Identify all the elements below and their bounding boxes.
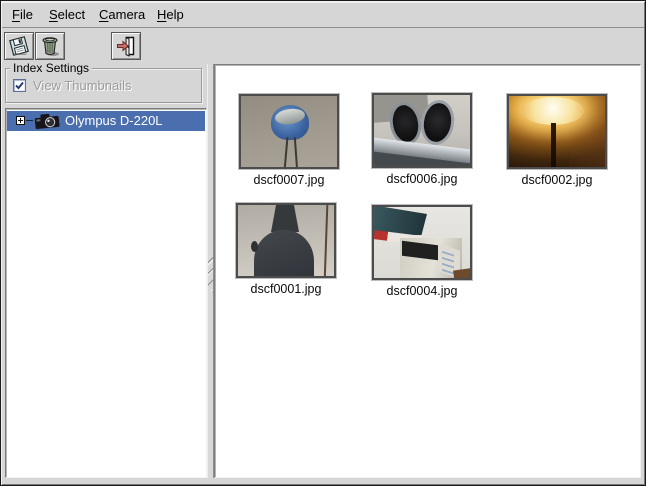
thumbnail-image-dscf0006[interactable]	[372, 93, 472, 168]
app-window: File Select Camera Help	[0, 0, 646, 486]
thumbnail-image-dscf0002[interactable]	[507, 94, 607, 169]
tree-branch-line	[26, 120, 33, 121]
delete-button[interactable]	[35, 32, 65, 60]
check-icon	[14, 80, 25, 91]
thumbnail-image-dscf0007[interactable]	[239, 94, 339, 169]
camera-tree-panel: Olympus D-220L	[5, 108, 207, 478]
thumbnail-filename: dscf0002.jpg	[522, 173, 593, 187]
tree-expander-plus-icon[interactable]	[16, 116, 25, 125]
view-thumbnails-checkbox[interactable]	[13, 79, 26, 92]
thumbnail-item: dscf0006.jpg	[370, 93, 474, 186]
menu-help[interactable]: Help	[154, 2, 187, 28]
menu-select[interactable]: Select	[46, 2, 88, 28]
thumbnail-filename: dscf0007.jpg	[254, 173, 325, 187]
photo-art	[254, 230, 314, 278]
thumbnail-filename: dscf0001.jpg	[251, 282, 322, 296]
index-settings-frame: Index Settings View Thumbnails	[5, 68, 202, 103]
save-floppy-icon	[7, 34, 31, 58]
thumbnail-item: dscf0007.jpg	[237, 94, 341, 187]
photo-art	[294, 137, 298, 169]
view-thumbnails-label: View Thumbnails	[33, 78, 132, 93]
thumbnail-filename: dscf0004.jpg	[387, 284, 458, 298]
photo-art	[522, 97, 584, 125]
thumbnail-item: dscf0004.jpg	[370, 205, 474, 298]
menu-bar: File Select Camera Help	[2, 2, 644, 28]
thumbnail-image-dscf0004[interactable]	[372, 205, 472, 280]
splitter-grip-handle[interactable]	[208, 256, 213, 292]
thumbnail-item: dscf0001.jpg	[234, 203, 338, 296]
photo-art	[284, 137, 289, 169]
exit-button[interactable]	[111, 32, 141, 60]
camera-icon	[33, 112, 61, 130]
photo-art	[453, 268, 472, 280]
trash-delete-icon	[38, 34, 62, 58]
index-settings-title: Index Settings	[10, 61, 92, 75]
photo-art	[324, 203, 329, 278]
thumbnail-image-dscf0001[interactable]	[236, 203, 336, 278]
thumbnail-item: dscf0002.jpg	[505, 94, 609, 187]
photo-art	[271, 205, 299, 232]
thumbnail-filename: dscf0006.jpg	[387, 172, 458, 186]
camera-name-label: Olympus D-220L	[65, 111, 163, 131]
menu-file[interactable]: File	[9, 2, 36, 28]
photo-art	[551, 123, 556, 169]
camera-tree-selected-row[interactable]: Olympus D-220L	[7, 111, 205, 131]
save-button[interactable]	[4, 32, 34, 60]
exit-door-icon	[114, 34, 138, 58]
view-thumbnails-row: View Thumbnails	[13, 78, 132, 93]
thumbnail-browser-panel: dscf0007.jpg dscf0006.jpg dscf0002.jpg	[214, 64, 641, 478]
pane-splitter[interactable]	[207, 64, 214, 478]
photo-art	[251, 241, 258, 252]
menu-camera[interactable]: Camera	[96, 2, 148, 28]
